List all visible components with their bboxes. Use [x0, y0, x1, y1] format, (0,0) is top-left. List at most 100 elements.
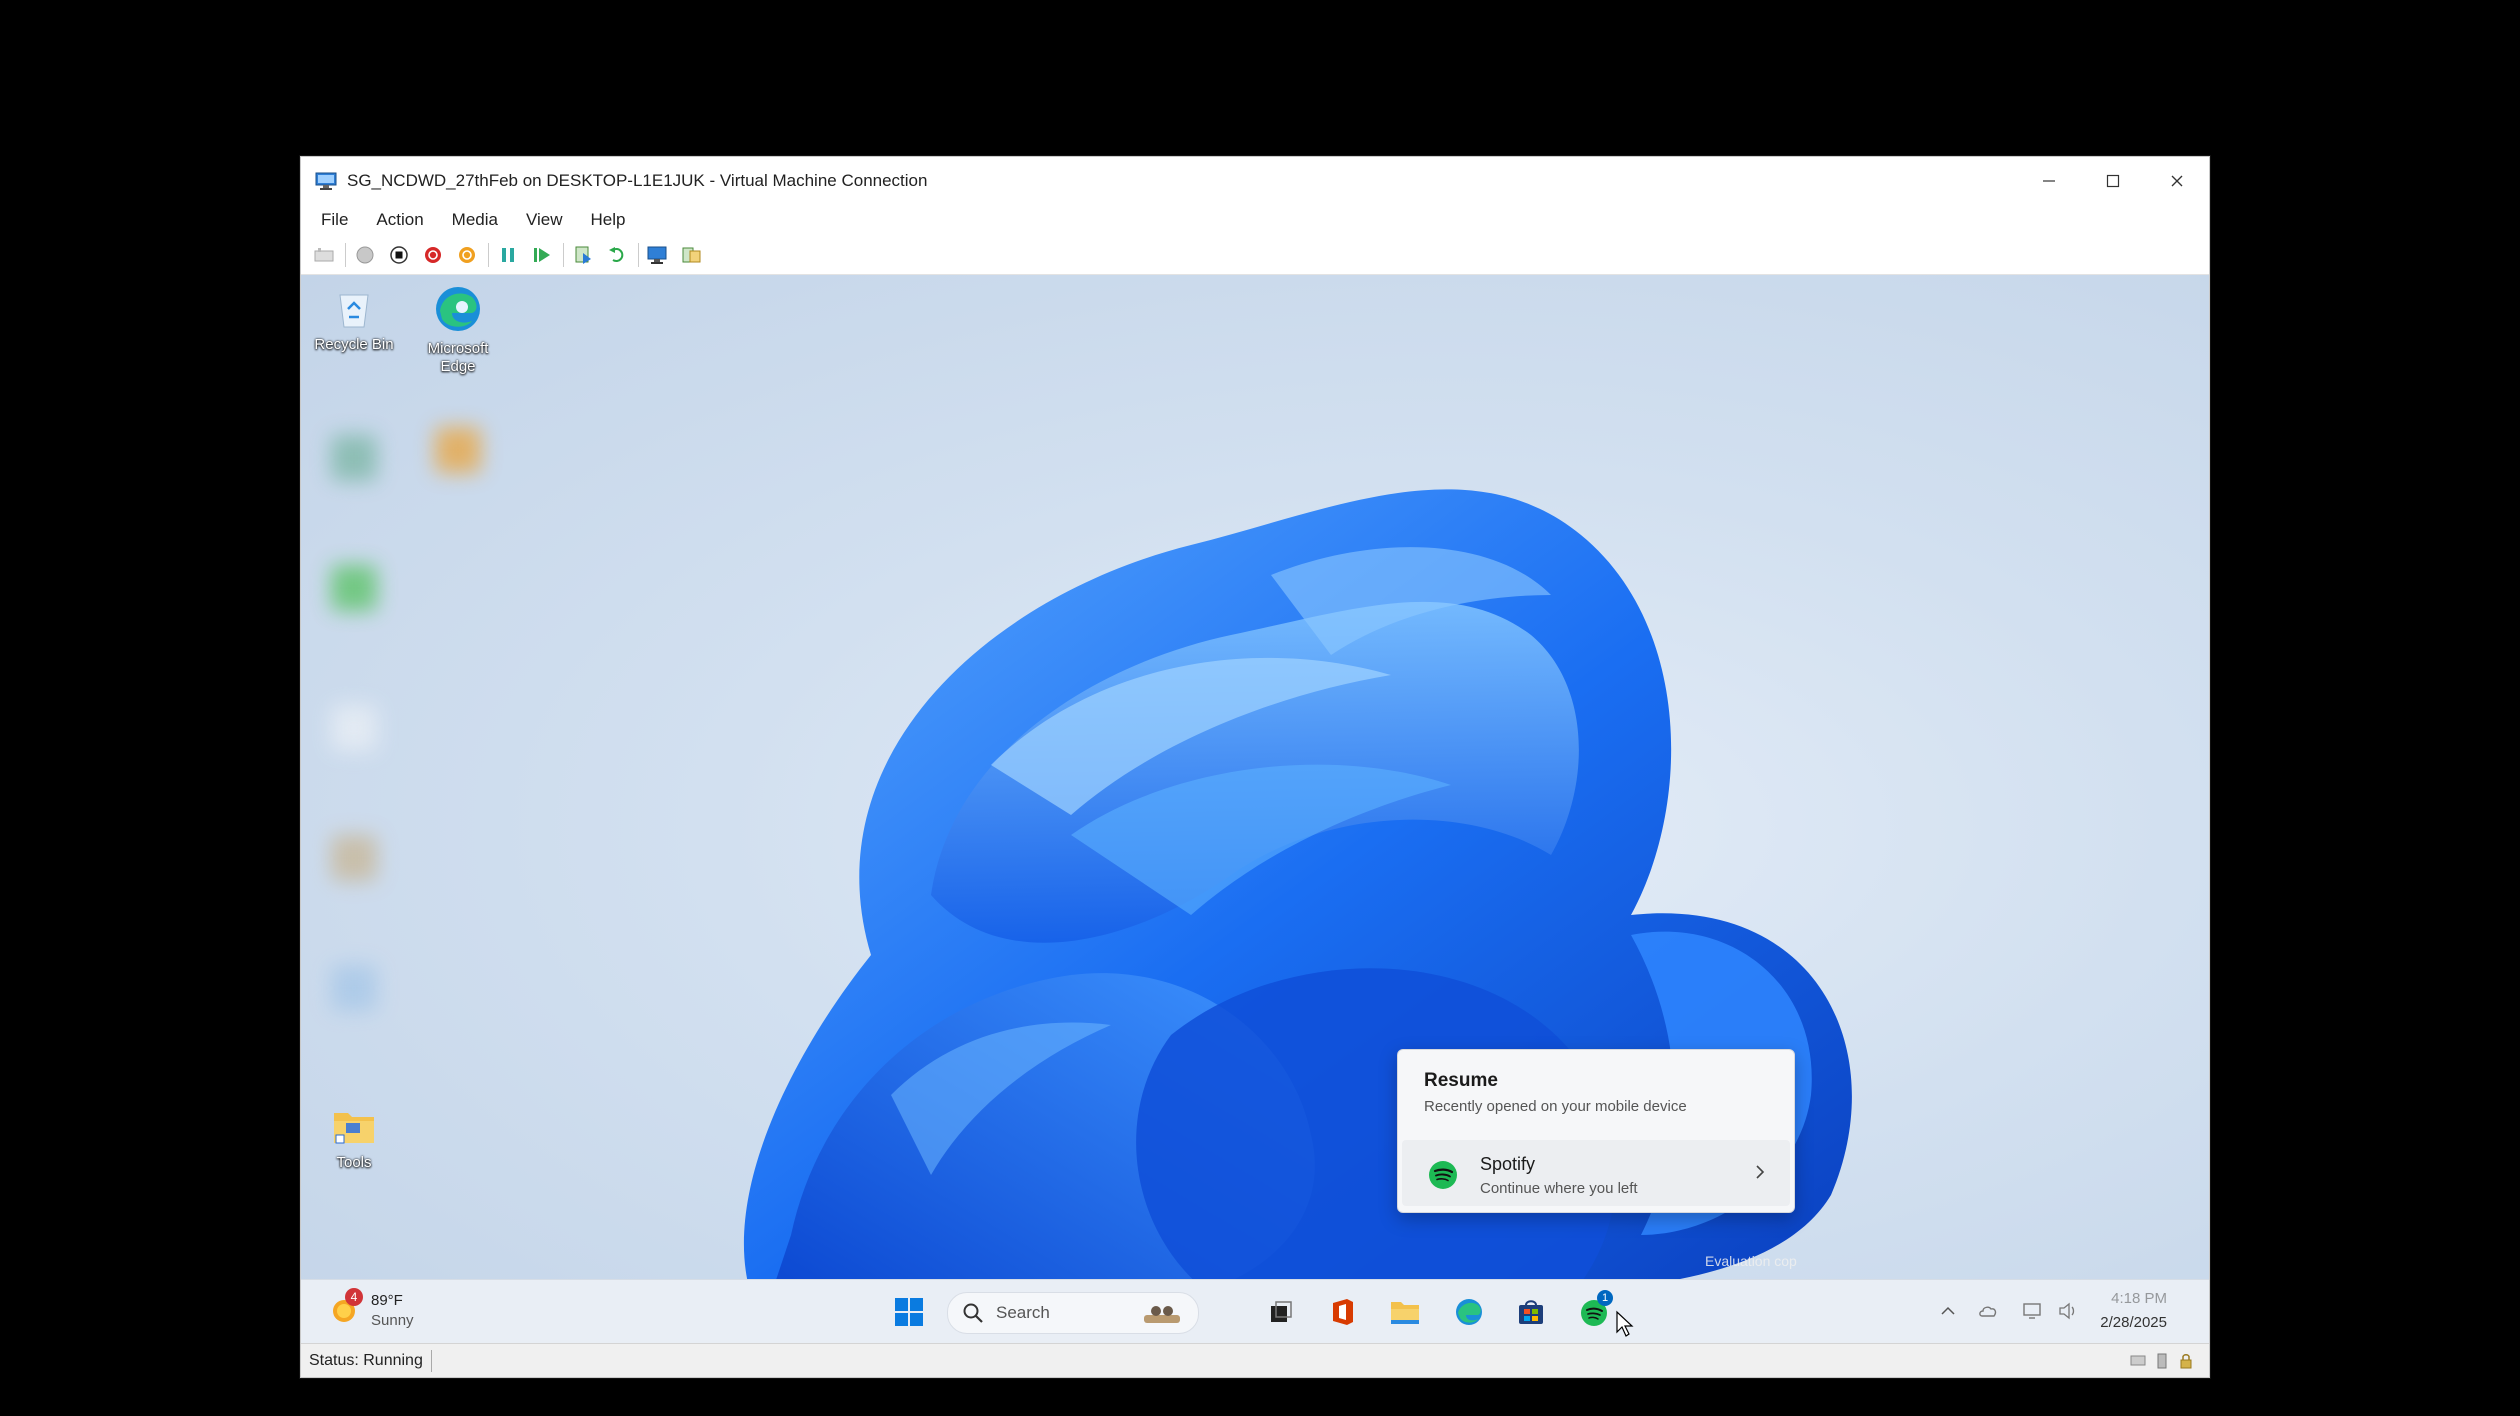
menu-media[interactable]: Media [452, 210, 498, 230]
menu-help[interactable]: Help [591, 210, 626, 230]
enhanced-session-button[interactable] [645, 242, 671, 268]
office-app-button[interactable] [1325, 1294, 1361, 1330]
toolbar-separator [563, 242, 564, 267]
task-view-icon [1271, 1301, 1292, 1322]
share-button[interactable] [679, 242, 705, 268]
popup-title: Resume [1424, 1070, 1498, 1091]
guest-desktop[interactable]: Recycle Bin Microsoft Edge Tools Resume … [301, 275, 2209, 1279]
blurred-desktop-icon[interactable] [331, 435, 377, 481]
windows-logo-icon [895, 1298, 923, 1326]
weather-temperature: 89°F [371, 1292, 403, 1309]
shut-down-button[interactable] [420, 242, 446, 268]
keyboard-status-icon [2157, 1353, 2167, 1369]
spotify-taskbar-button[interactable]: 1 [1577, 1290, 1613, 1330]
blurred-desktop-icon[interactable] [435, 427, 481, 473]
screen-icon [2130, 1355, 2146, 1366]
mouse-cursor-icon [1616, 1310, 1634, 1337]
lock-icon [2180, 1354, 2192, 1369]
pause-button[interactable] [495, 242, 521, 268]
spotify-icon [1429, 1161, 1457, 1189]
resume-app-subtitle: Continue where you left [1480, 1180, 1638, 1197]
task-view-button[interactable] [1263, 1294, 1299, 1330]
blurred-desktop-icon[interactable] [331, 835, 377, 881]
title-bar[interactable]: SG_NCDWD_27thFeb on DESKTOP-L1E1JUK - Vi… [301, 157, 2209, 205]
stop-icon [390, 245, 408, 264]
volume-icon[interactable] [2057, 1300, 2079, 1322]
desktop-icon-recycle-bin[interactable]: Recycle Bin [309, 287, 399, 354]
turn-off-button[interactable] [386, 242, 412, 268]
clock-date[interactable]: 2/28/2025 [2100, 1314, 2167, 1331]
status-separator [431, 1350, 432, 1372]
clock-time[interactable]: 4:18 PM [2111, 1290, 2167, 1307]
toolbar-separator [638, 242, 639, 267]
start-button[interactable] [352, 242, 378, 268]
desktop-icon-label: Tools [336, 1154, 372, 1171]
revert-icon [609, 246, 624, 262]
store-button[interactable] [1513, 1294, 1549, 1330]
spotify-notification-badge: 1 [1597, 1290, 1613, 1306]
checkpoint-icon [575, 246, 591, 264]
vm-connection-window: SG_NCDWD_27thFeb on DESKTOP-L1E1JUK - Vi… [300, 156, 2210, 1378]
ctrl-alt-del-button[interactable] [311, 242, 337, 268]
weather-notification-badge: 4 [345, 1288, 363, 1306]
revert-button[interactable] [604, 242, 630, 268]
taskbar-search-box[interactable]: Search [947, 1292, 1199, 1334]
edge-icon [436, 287, 480, 331]
recycle-bin-icon [339, 294, 369, 328]
menu-view[interactable]: View [526, 210, 563, 230]
toolbar-separator [345, 242, 346, 267]
folder-icon [334, 1113, 374, 1144]
minimize-icon [2043, 180, 2055, 182]
desktop-icon-label: Microsoft Edge [427, 340, 489, 375]
save-state-button[interactable] [454, 242, 480, 268]
checkpoint-button[interactable] [570, 242, 596, 268]
blurred-desktop-icon[interactable] [331, 565, 377, 611]
minimize-button[interactable] [2017, 157, 2081, 205]
cloud-icon[interactable] [1977, 1300, 1999, 1322]
vm-status: Status: Running [309, 1352, 423, 1369]
keyboard-icon [314, 247, 334, 261]
search-highlight-icon [1144, 1306, 1180, 1323]
file-explorer-icon [1391, 1302, 1419, 1324]
resume-popup: Resume Recently opened on your mobile de… [1397, 1049, 1795, 1213]
maximize-icon [2106, 174, 2120, 188]
search-placeholder: Search [996, 1303, 1050, 1322]
close-button[interactable] [2145, 157, 2209, 205]
maximize-button[interactable] [2081, 157, 2145, 205]
status-bar: Status: Running [301, 1343, 2209, 1377]
edge-icon [1456, 1299, 1482, 1325]
start-menu-button[interactable] [891, 1294, 927, 1330]
network-icon[interactable] [2021, 1300, 2043, 1322]
shutdown-icon [425, 246, 441, 263]
resume-button[interactable] [529, 242, 555, 268]
chevron-up-icon[interactable] [1937, 1300, 1959, 1322]
file-explorer-button[interactable] [1387, 1294, 1423, 1330]
share-icon [682, 247, 701, 262]
blurred-desktop-icon[interactable] [331, 965, 377, 1011]
desktop-icon-label: Recycle Bin [314, 336, 394, 353]
resume-app-name: Spotify [1480, 1154, 1536, 1174]
store-icon [1519, 1300, 1543, 1324]
evaluation-watermark: Evaluation cop [1705, 1253, 1797, 1269]
play-icon [534, 247, 550, 262]
desktop-icon-edge[interactable]: Microsoft Edge [413, 283, 503, 376]
taskbar: 4 89°F Sunny Search 1 4:18 PM 2/28/2025 [301, 1279, 2209, 1344]
popup-subtitle: Recently opened on your mobile device [1424, 1098, 1687, 1115]
search-icon [963, 1303, 983, 1323]
start-circle-icon [356, 246, 374, 263]
blurred-desktop-icon[interactable] [331, 705, 377, 751]
edge-taskbar-button[interactable] [1451, 1294, 1487, 1330]
enhanced-session-icon [647, 246, 667, 264]
office-icon [1333, 1299, 1353, 1325]
chevron-right-icon [1756, 1165, 1765, 1179]
close-icon [2171, 175, 2183, 187]
toolbar [301, 235, 2209, 275]
window-title: SG_NCDWD_27thFeb on DESKTOP-L1E1JUK - Vi… [347, 171, 928, 190]
resume-spotify-item[interactable]: Spotify Continue where you left [1402, 1140, 1790, 1206]
menu-bar: File Action Media View Help [301, 205, 2209, 235]
toolbar-separator [488, 242, 489, 267]
menu-file[interactable]: File [321, 210, 348, 230]
weather-condition: Sunny [371, 1312, 414, 1329]
menu-action[interactable]: Action [376, 210, 423, 230]
desktop-icon-tools[interactable]: Tools [309, 1105, 399, 1172]
